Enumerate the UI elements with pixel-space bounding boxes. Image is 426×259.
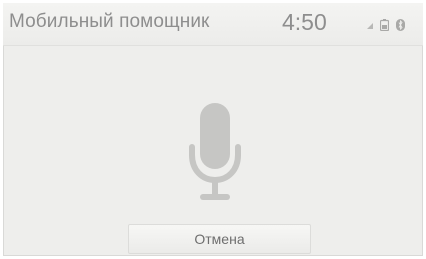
clock-time: 4:50: [282, 9, 327, 35]
battery-icon: [380, 19, 389, 31]
bluetooth-icon: [396, 19, 405, 31]
cancel-button[interactable]: Отмена: [128, 224, 311, 254]
screen-title: Мобильный помощник: [9, 11, 210, 32]
header-bar: Мобильный помощник 4:50: [3, 3, 423, 46]
signal-icon: [367, 21, 373, 29]
voice-assistant-screen: Мобильный помощник 4:50 Отмена: [3, 3, 423, 256]
status-icons: [367, 18, 405, 32]
microphone-icon: [188, 103, 242, 205]
